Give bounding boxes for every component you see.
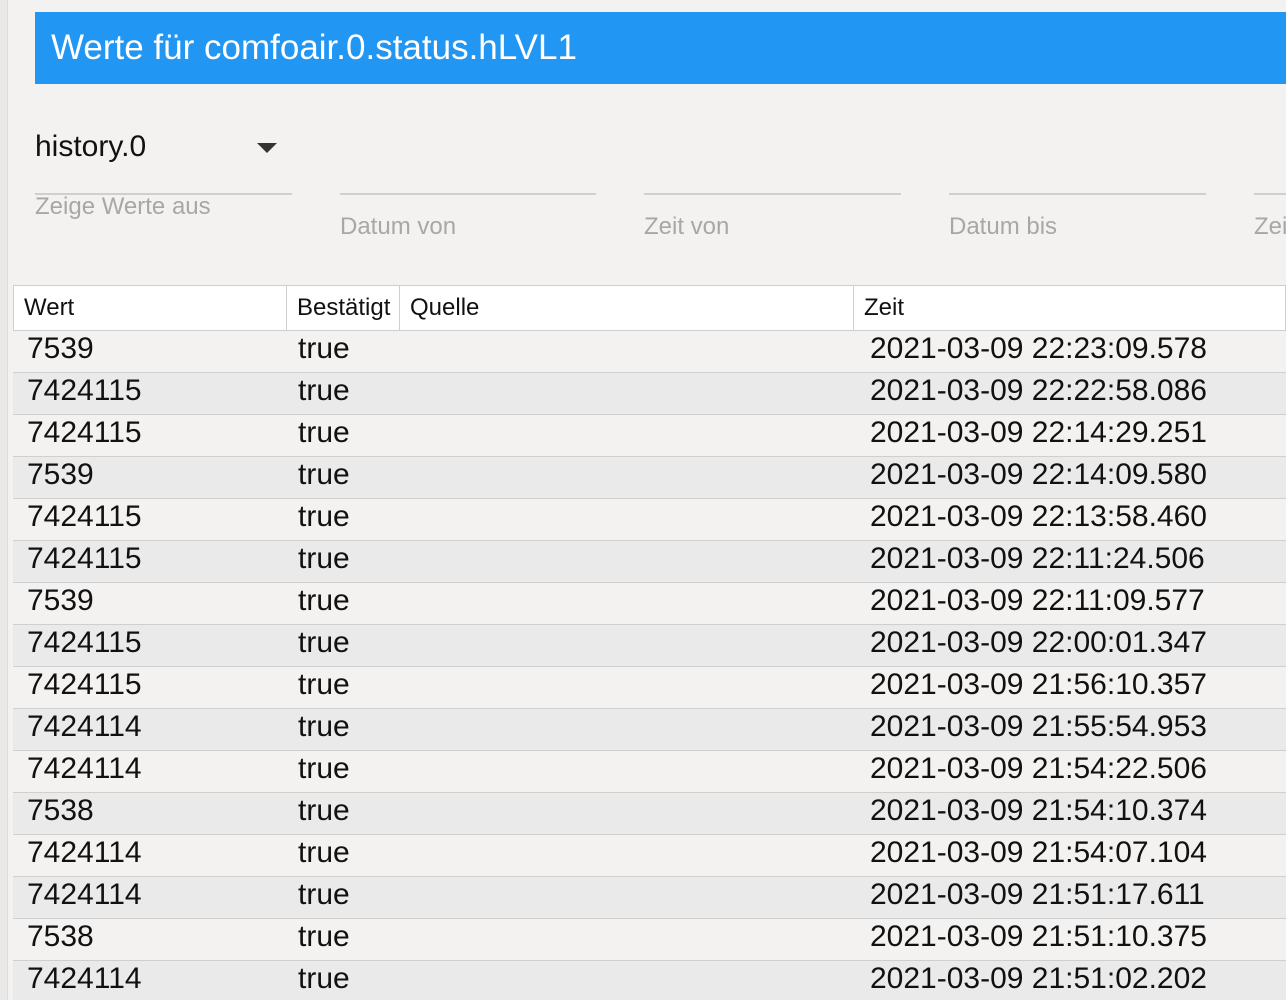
cell-time: 2021-03-09 22:00:01.347 xyxy=(870,626,1207,659)
column-header-source[interactable]: Quelle xyxy=(400,286,854,330)
cell-time: 2021-03-09 22:14:09.580 xyxy=(870,458,1207,491)
cell-ack: true xyxy=(298,626,350,659)
table-row[interactable]: 7424114 true 2021-03-09 21:54:22.506 xyxy=(13,751,1286,793)
column-header-value[interactable]: Wert xyxy=(14,286,287,330)
column-header-time[interactable]: Zeit xyxy=(854,286,1286,330)
cell-ack: true xyxy=(298,878,350,911)
cell-ack: true xyxy=(298,752,350,785)
dialog-title: Werte für comfoair.0.status.hLVL1 xyxy=(35,12,1286,84)
cell-value: 7424114 xyxy=(27,962,142,995)
cell-time: 2021-03-09 21:51:02.202 xyxy=(870,962,1207,995)
cell-value: 7424115 xyxy=(27,668,142,701)
date-to-label: Datum bis xyxy=(949,213,1058,240)
cell-value: 7424114 xyxy=(27,710,142,743)
date-from-input[interactable]: Datum von xyxy=(340,193,596,243)
time-to-input[interactable]: Zeit bis xyxy=(1254,193,1286,243)
table-header: Wert Bestätigt Quelle Zeit xyxy=(13,285,1286,331)
cell-ack: true xyxy=(298,668,350,701)
table-row[interactable]: 7538 true 2021-03-09 21:54:10.374 xyxy=(13,793,1286,835)
table-row[interactable]: 7424115 true 2021-03-09 22:11:24.506 xyxy=(13,541,1286,583)
table-row[interactable]: 7539 true 2021-03-09 22:14:09.580 xyxy=(13,457,1286,499)
cell-ack: true xyxy=(298,710,350,743)
cell-ack: true xyxy=(298,332,350,365)
table-row[interactable]: 7424115 true 2021-03-09 21:56:10.357 xyxy=(13,667,1286,709)
cell-ack: true xyxy=(298,794,350,827)
cell-time: 2021-03-09 21:54:22.506 xyxy=(870,752,1207,785)
instance-select-field[interactable]: Zeige Werte aus xyxy=(35,193,292,233)
instance-select-value[interactable]: history.0 xyxy=(35,130,146,164)
cell-value: 7424114 xyxy=(27,836,142,869)
table-row[interactable]: 7424114 true 2021-03-09 21:51:02.202 xyxy=(13,961,1286,1000)
cell-value: 7424115 xyxy=(27,626,142,659)
date-to-input[interactable]: Datum bis xyxy=(949,193,1206,243)
cell-value: 7424115 xyxy=(27,542,142,575)
table-row[interactable]: 7424115 true 2021-03-09 22:14:29.251 xyxy=(13,415,1286,457)
cell-time: 2021-03-09 21:54:07.104 xyxy=(870,836,1207,869)
cell-ack: true xyxy=(298,416,350,449)
cell-ack: true xyxy=(298,458,350,491)
date-to-underline xyxy=(949,193,1206,195)
cell-time: 2021-03-09 21:56:10.357 xyxy=(870,668,1207,701)
table-row[interactable]: 7539 true 2021-03-09 22:11:09.577 xyxy=(13,583,1286,625)
cell-time: 2021-03-09 22:23:09.578 xyxy=(870,332,1207,365)
cell-ack: true xyxy=(298,584,350,617)
instance-select-label: Zeige Werte aus xyxy=(35,193,211,220)
time-from-input[interactable]: Zeit von xyxy=(644,193,901,243)
cell-time: 2021-03-09 21:54:10.374 xyxy=(870,794,1207,827)
left-edge-divider xyxy=(0,0,8,1000)
history-table: Wert Bestätigt Quelle Zeit 7539 true 2021-… xyxy=(13,285,1286,1000)
cell-value: 7424114 xyxy=(27,752,142,785)
time-to-clip: Zeit bis xyxy=(1254,193,1286,243)
cell-value: 7538 xyxy=(27,794,94,827)
table-row[interactable]: 7539 true 2021-03-09 22:23:09.578 xyxy=(13,331,1286,373)
table-row[interactable]: 7424114 true 2021-03-09 21:54:07.104 xyxy=(13,835,1286,877)
cell-value: 7538 xyxy=(27,920,94,953)
time-to-underline xyxy=(1254,193,1286,195)
date-from-label: Datum von xyxy=(340,213,457,240)
cell-ack: true xyxy=(298,962,350,995)
cell-value: 7424115 xyxy=(27,500,142,533)
table-row[interactable]: 7538 true 2021-03-09 21:51:10.375 xyxy=(13,919,1286,961)
cell-value: 7424114 xyxy=(27,878,142,911)
cell-value: 7539 xyxy=(27,332,94,365)
cell-time: 2021-03-09 21:55:54.953 xyxy=(870,710,1207,743)
cell-ack: true xyxy=(298,920,350,953)
cell-ack: true xyxy=(298,542,350,575)
cell-time: 2021-03-09 22:11:24.506 xyxy=(870,542,1205,575)
cell-value: 7424115 xyxy=(27,374,142,407)
cell-value: 7539 xyxy=(27,584,94,617)
table-row[interactable]: 7424114 true 2021-03-09 21:51:17.611 xyxy=(13,877,1286,919)
cell-value: 7539 xyxy=(27,458,94,491)
table-row[interactable]: 7424115 true 2021-03-09 22:00:01.347 xyxy=(13,625,1286,667)
column-header-ack[interactable]: Bestätigt xyxy=(287,286,400,330)
cell-ack: true xyxy=(298,836,350,869)
table-row[interactable]: 7424115 true 2021-03-09 22:13:58.460 xyxy=(13,499,1286,541)
time-from-underline xyxy=(644,193,901,195)
time-to-label: Zeit bis xyxy=(1254,213,1286,240)
dropdown-arrow-icon[interactable] xyxy=(257,143,277,153)
time-from-label: Zeit von xyxy=(644,213,730,240)
cell-time: 2021-03-09 21:51:17.611 xyxy=(870,878,1205,911)
date-from-underline xyxy=(340,193,596,195)
table-row[interactable]: 7424115 true 2021-03-09 22:22:58.086 xyxy=(13,373,1286,415)
cell-time: 2021-03-09 22:11:09.577 xyxy=(870,584,1205,617)
cell-ack: true xyxy=(298,374,350,407)
cell-time: 2021-03-09 21:51:10.375 xyxy=(870,920,1207,953)
cell-ack: true xyxy=(298,500,350,533)
cell-time: 2021-03-09 22:22:58.086 xyxy=(870,374,1207,407)
cell-time: 2021-03-09 22:14:29.251 xyxy=(870,416,1207,449)
cell-value: 7424115 xyxy=(27,416,142,449)
table-row[interactable]: 7424114 true 2021-03-09 21:55:54.953 xyxy=(13,709,1286,751)
cell-time: 2021-03-09 22:13:58.460 xyxy=(870,500,1207,533)
